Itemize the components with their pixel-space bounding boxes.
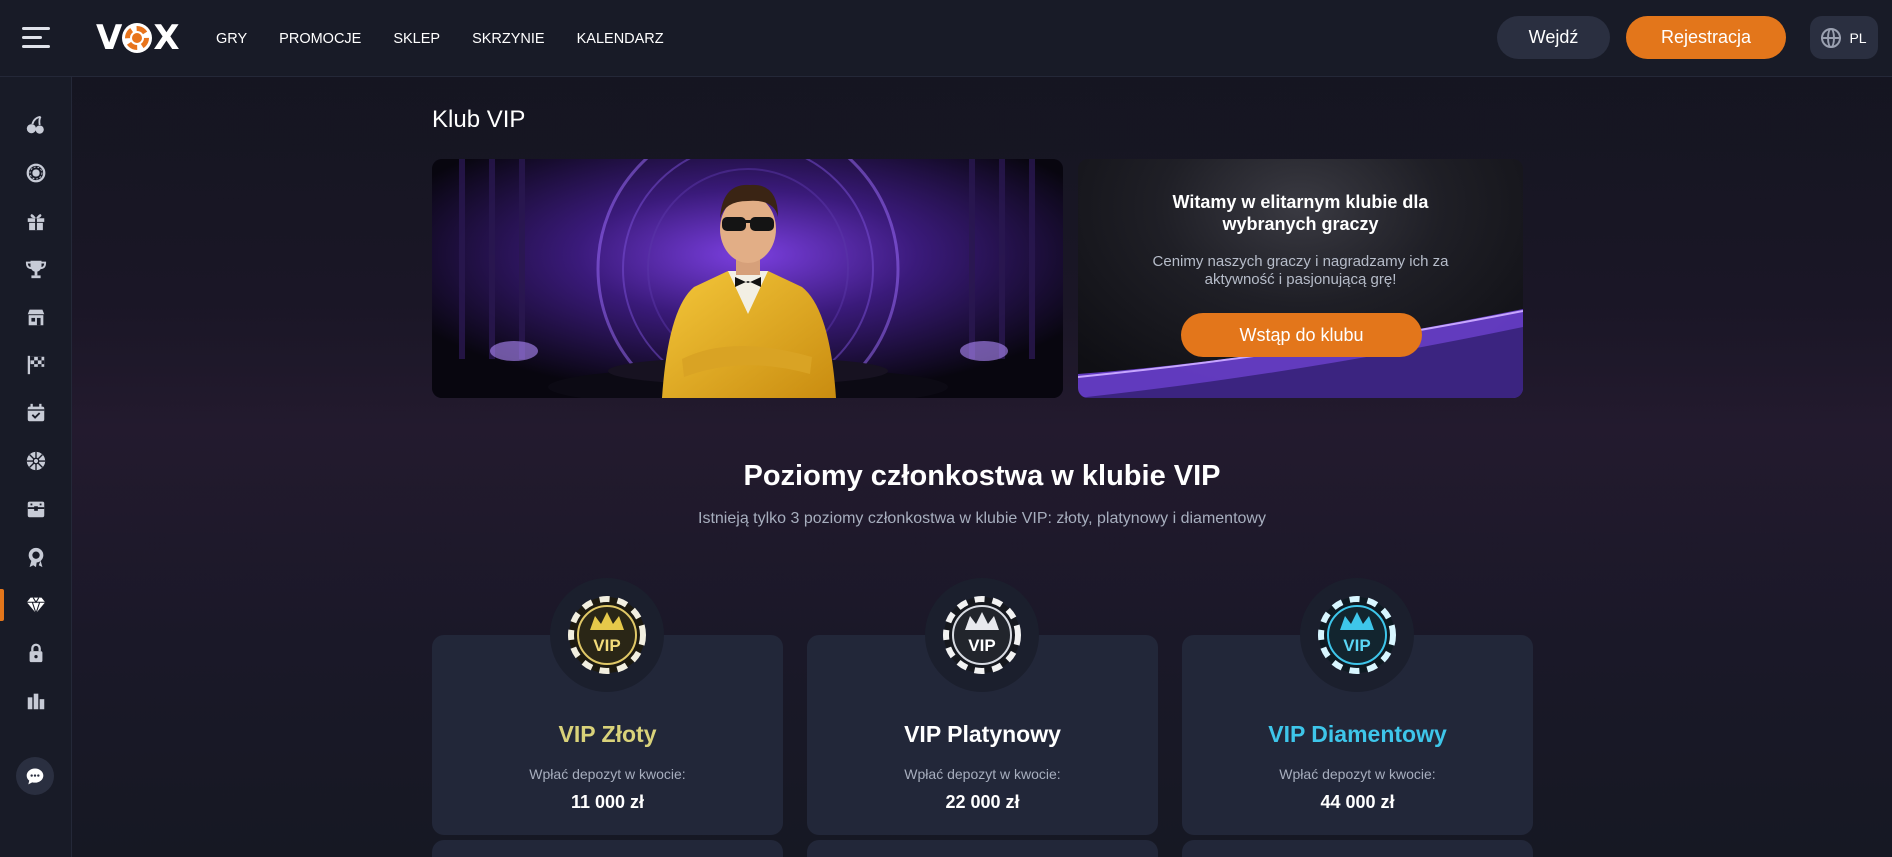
badge-icon: [28, 547, 44, 568]
sidebar-item-tournaments[interactable]: [0, 249, 72, 289]
register-button[interactable]: Rejestracja: [1626, 16, 1786, 59]
nav-calendar[interactable]: KALENDARZ: [577, 31, 664, 47]
next-card-partial: [1182, 840, 1533, 857]
sidebar-item-chests[interactable]: [0, 489, 72, 529]
vip-gold-chip-icon: VIP: [568, 596, 646, 674]
chat-button[interactable]: [16, 757, 54, 795]
sidebar-item-live-casino[interactable]: [0, 153, 72, 193]
vip-banner-image: [432, 159, 1063, 398]
cherries-icon: [26, 115, 44, 134]
logo-chip-icon: [122, 23, 153, 53]
sidebar-item-levels[interactable]: [0, 537, 72, 577]
promo-text: Cenimy naszych graczy i nagradzamy ich z…: [1152, 253, 1449, 288]
gift-icon: [27, 214, 45, 231]
logo-letter-v: V: [96, 18, 122, 58]
deposit-amount: 11 000 zł: [570, 792, 645, 812]
deposit-label: Wpłać depozyt w kwocie:: [904, 766, 1061, 782]
deposit-amount: 44 000 zł: [1320, 792, 1395, 812]
chest-icon: [27, 501, 45, 518]
calendar-icon: [27, 403, 45, 422]
deposit-label: Wpłać depozyt w kwocie:: [529, 766, 686, 782]
nav-games[interactable]: GRY: [216, 31, 247, 47]
levels-title: Poziomy członkostwa w klubie VIP: [743, 460, 1221, 492]
deposit-label: Wpłać depozyt w kwocie:: [1279, 766, 1436, 782]
logo-letter-x: X: [153, 18, 179, 58]
globe-icon: [1821, 27, 1842, 48]
race-flag-icon: [27, 355, 45, 375]
chip-vip-text: VIP: [968, 636, 995, 655]
lock-icon: [29, 643, 43, 663]
language-code: PL: [1849, 29, 1867, 46]
language-selector[interactable]: PL: [1810, 16, 1878, 59]
tournament-icon: [27, 693, 45, 710]
diamond-icon: [26, 597, 46, 615]
main-nav: GRY PROMOCJE SKLEP SKRZYNIE KALENDARZ: [216, 0, 696, 77]
chat-icon: [26, 768, 44, 785]
level-name: VIP Platynowy: [904, 721, 1061, 747]
vip-diamond-chip-badge: VIP: [1300, 578, 1414, 692]
sidebar: [0, 77, 72, 857]
vip-platinum-chip-badge: VIP: [925, 578, 1039, 692]
logo[interactable]: V X: [96, 18, 180, 58]
chip-vip-text: VIP: [1343, 636, 1370, 655]
next-card-partial: [432, 840, 783, 857]
sidebar-item-calendar[interactable]: [0, 393, 72, 433]
vip-platinum-chip-icon: VIP: [943, 596, 1021, 674]
sidebar-item-bonuses[interactable]: [0, 201, 72, 241]
sidebar-item-leaderboard[interactable]: [0, 681, 72, 721]
page-title: Klub VIP: [432, 106, 526, 133]
next-card-partial: [807, 840, 1158, 857]
top-bar: V X GRY PROMOCJE SKLEP SKRZYNIE KALENDAR…: [0, 0, 1892, 77]
sidebar-item-slots[interactable]: [0, 105, 72, 145]
sidebar-item-security[interactable]: [0, 633, 72, 673]
sidebar-item-races[interactable]: [0, 345, 72, 385]
join-club-button[interactable]: Wstąp do klubu: [1181, 313, 1422, 357]
sidebar-item-vip-club[interactable]: [0, 585, 72, 625]
level-name: VIP Diamentowy: [1268, 721, 1447, 747]
sidebar-item-shop[interactable]: [0, 297, 72, 337]
promo-heading: Witamy w elitarnym klubie dla wybranych …: [1172, 192, 1429, 234]
sidebar-item-wheel[interactable]: [0, 441, 72, 481]
shop-icon: [27, 309, 45, 326]
level-name: VIP Złoty: [558, 721, 657, 747]
deposit-amount: 22 000 zł: [945, 792, 1020, 812]
vip-welcome-panel: Witamy w elitarnym klubie dla wybranych …: [1078, 159, 1523, 398]
vip-diamond-chip-icon: VIP: [1318, 596, 1396, 674]
wheel-icon: [26, 451, 46, 471]
nav-promotions[interactable]: PROMOCJE: [279, 31, 361, 47]
levels-subtitle: Istnieją tylko 3 poziomy członkostwa w k…: [698, 510, 1266, 527]
login-button[interactable]: Wejdź: [1497, 16, 1610, 59]
menu-icon[interactable]: [22, 27, 50, 49]
chip-vip-text: VIP: [593, 636, 620, 655]
nav-shop[interactable]: SKLEP: [393, 31, 440, 47]
roulette-icon: [26, 163, 46, 183]
trophy-icon: [25, 260, 47, 279]
nav-chests[interactable]: SKRZYNIE: [472, 31, 545, 47]
vip-gold-chip-badge: VIP: [550, 578, 664, 692]
